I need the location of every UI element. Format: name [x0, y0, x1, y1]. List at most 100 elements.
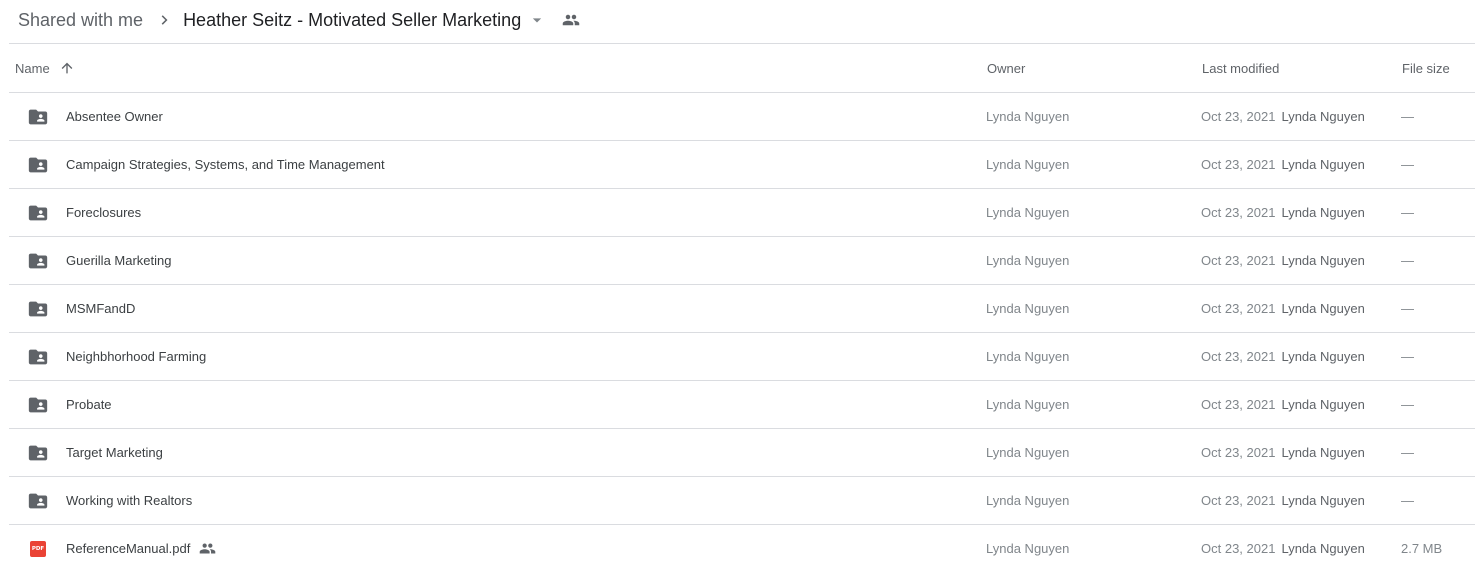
- modified-date: Oct 23, 2021: [1201, 445, 1276, 460]
- owner-cell: Lynda Nguyen: [986, 349, 1070, 364]
- file-size-cell: —: [1401, 445, 1414, 460]
- modified-date: Oct 23, 2021: [1201, 157, 1276, 172]
- shared-folder-icon: [27, 394, 49, 416]
- caret-down-icon[interactable]: [525, 8, 549, 32]
- modified-by: Lynda Nguyen: [1281, 397, 1365, 412]
- column-header-name[interactable]: Name: [15, 44, 76, 92]
- table-row[interactable]: Campaign Strategies, Systems, and Time M…: [9, 141, 1475, 189]
- owner-cell: Lynda Nguyen: [986, 445, 1070, 460]
- file-name: Probate: [66, 397, 112, 412]
- breadcrumb: Shared with me Heather Seitz - Motivated…: [18, 0, 583, 40]
- file-name: Campaign Strategies, Systems, and Time M…: [66, 157, 385, 172]
- file-name: Neighbhorhood Farming: [66, 349, 207, 364]
- table-row[interactable]: Neighbhorhood Farming Lynda Nguyen Oct 23,…: [9, 333, 1475, 381]
- breadcrumb-current-folder[interactable]: Heather Seitz - Motivated Seller Marketi…: [183, 10, 521, 31]
- table-row[interactable]: Target Marketing Lynda Nguyen Oct 23, 2021…: [9, 429, 1475, 477]
- column-header-last-modified[interactable]: Last modified: [1202, 44, 1279, 92]
- file-size-cell: —: [1401, 205, 1414, 220]
- modified-by: Lynda Nguyen: [1281, 157, 1365, 172]
- shared-folder-icon: [27, 490, 49, 512]
- breadcrumb-root[interactable]: Shared with me: [18, 10, 147, 31]
- file-name: MSMFandD: [66, 301, 136, 316]
- last-modified-cell: Oct 23, 2021 Lynda Nguyen: [1201, 429, 1365, 476]
- last-modified-cell: Oct 23, 2021 Lynda Nguyen: [1201, 525, 1365, 569]
- modified-by: Lynda Nguyen: [1281, 301, 1365, 316]
- table-row[interactable]: Working with Realtors Lynda Nguyen Oct 23,…: [9, 477, 1475, 525]
- file-name-cell[interactable]: ReferenceManual.pdf: [66, 525, 216, 569]
- file-name-cell[interactable]: Guerilla Marketing: [66, 237, 172, 284]
- table-row[interactable]: Absentee Owner Lynda Nguyen Oct 23, 2021 Ly…: [9, 93, 1475, 141]
- modified-by: Lynda Nguyen: [1281, 349, 1365, 364]
- shared-folder-icon: [27, 154, 49, 176]
- file-name-cell[interactable]: Campaign Strategies, Systems, and Time M…: [66, 141, 385, 188]
- shared-folder-icon: [27, 250, 49, 272]
- table-row[interactable]: Probate Lynda Nguyen Oct 23, 2021 Lynda Ngu…: [9, 381, 1475, 429]
- last-modified-cell: Oct 23, 2021 Lynda Nguyen: [1201, 141, 1365, 188]
- shared-people-icon: [559, 8, 583, 32]
- last-modified-cell: Oct 23, 2021 Lynda Nguyen: [1201, 477, 1365, 524]
- owner-cell: Lynda Nguyen: [986, 109, 1070, 124]
- last-modified-cell: Oct 23, 2021 Lynda Nguyen: [1201, 237, 1365, 284]
- shared-people-icon: [198, 540, 216, 558]
- owner-cell: Lynda Nguyen: [986, 157, 1070, 172]
- modified-date: Oct 23, 2021: [1201, 349, 1276, 364]
- file-name: ReferenceManual.pdf: [66, 541, 191, 556]
- column-header-owner: Owner: [987, 60, 1026, 76]
- file-size-cell: —: [1401, 397, 1414, 412]
- file-name: Working with Realtors: [66, 493, 193, 508]
- table-row[interactable]: MSMFandD Lynda Nguyen Oct 23, 2021 Lynda Ng…: [9, 285, 1475, 333]
- shared-folder-icon: [27, 442, 49, 464]
- file-name-cell[interactable]: Probate: [66, 381, 112, 428]
- file-name-cell[interactable]: Neighbhorhood Farming: [66, 333, 206, 380]
- last-modified-cell: Oct 23, 2021 Lynda Nguyen: [1201, 333, 1365, 380]
- shared-folder-icon: [27, 202, 49, 224]
- modified-by: Lynda Nguyen: [1281, 445, 1365, 460]
- file-name-cell[interactable]: Working with Realtors: [66, 477, 192, 524]
- modified-by: Lynda Nguyen: [1281, 253, 1365, 268]
- file-size-cell: —: [1401, 493, 1414, 508]
- last-modified-cell: Oct 23, 2021 Lynda Nguyen: [1201, 189, 1365, 236]
- last-modified-cell: Oct 23, 2021 Lynda Nguyen: [1201, 285, 1365, 332]
- modified-date: Oct 23, 2021: [1201, 301, 1276, 316]
- file-size-cell: —: [1401, 109, 1414, 124]
- file-name: Target Marketing: [66, 445, 163, 460]
- file-size-cell: 2.7 MB: [1401, 541, 1443, 556]
- arrow-up-icon[interactable]: [58, 59, 76, 77]
- drive-file-browser: Shared with me Heather Seitz - Motivated…: [0, 0, 1475, 569]
- file-size-cell: —: [1401, 157, 1414, 172]
- column-header-file-size[interactable]: File size: [1402, 44, 1450, 92]
- last-modified-cell: Oct 23, 2021 Lynda Nguyen: [1201, 381, 1365, 428]
- modified-date: Oct 23, 2021: [1201, 205, 1276, 220]
- file-size-cell: —: [1401, 301, 1414, 316]
- table-row[interactable]: PDF ReferenceManual.pdf Lynda Nguyen Oct 23…: [9, 525, 1475, 569]
- shared-folder-icon: [27, 346, 49, 368]
- modified-by: Lynda Nguyen: [1281, 205, 1365, 220]
- modified-date: Oct 23, 2021: [1201, 253, 1276, 268]
- chevron-right-icon: [153, 8, 177, 32]
- file-name-cell[interactable]: Absentee Owner: [66, 93, 163, 140]
- table-row[interactable]: Foreclosures Lynda Nguyen Oct 23, 2021 Lynd…: [9, 189, 1475, 237]
- modified-by: Lynda Nguyen: [1281, 109, 1365, 124]
- file-name: Absentee Owner: [66, 109, 163, 124]
- shared-folder-icon: [27, 106, 49, 128]
- file-name: Foreclosures: [66, 205, 142, 220]
- owner-cell: Lynda Nguyen: [986, 205, 1070, 220]
- modified-by: Lynda Nguyen: [1281, 493, 1365, 508]
- file-name: Guerilla Marketing: [66, 253, 172, 268]
- modified-by: Lynda Nguyen: [1281, 541, 1365, 556]
- column-header-name-label: Name: [15, 60, 50, 76]
- file-name-cell[interactable]: Foreclosures: [66, 189, 141, 236]
- owner-cell: Lynda Nguyen: [986, 397, 1070, 412]
- modified-date: Oct 23, 2021: [1201, 493, 1276, 508]
- file-name-cell[interactable]: Target Marketing: [66, 429, 163, 476]
- modified-date: Oct 23, 2021: [1201, 397, 1276, 412]
- owner-cell: Lynda Nguyen: [986, 493, 1070, 508]
- pdf-badge-label: PDF: [30, 541, 46, 557]
- last-modified-cell: Oct 23, 2021 Lynda Nguyen: [1201, 93, 1365, 140]
- file-list: Absentee Owner Lynda Nguyen Oct 23, 2021 Ly…: [9, 93, 1475, 569]
- file-name-cell[interactable]: MSMFandD: [66, 285, 135, 332]
- owner-cell: Lynda Nguyen: [986, 301, 1070, 316]
- pdf-file-icon: PDF: [27, 538, 49, 560]
- table-row[interactable]: Guerilla Marketing Lynda Nguyen Oct 23, 20…: [9, 237, 1475, 285]
- owner-cell: Lynda Nguyen: [986, 253, 1070, 268]
